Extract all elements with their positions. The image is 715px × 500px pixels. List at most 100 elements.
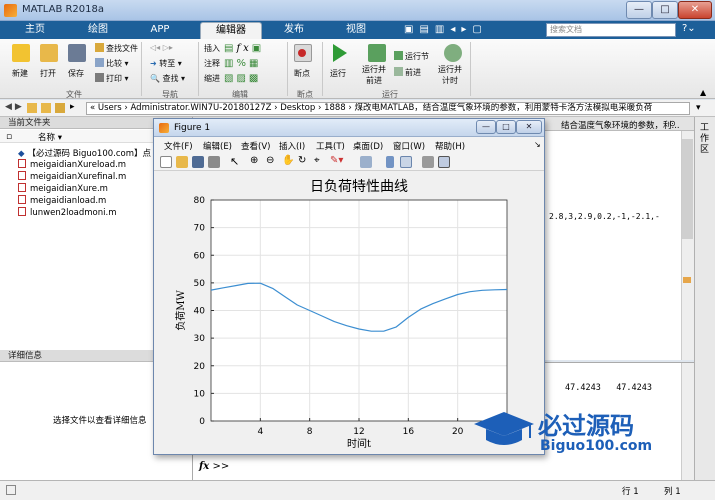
path-dropdown-icon[interactable]: ▾ bbox=[696, 103, 701, 113]
tab-editor[interactable]: 编辑器 bbox=[200, 22, 262, 39]
file-list-item[interactable]: meigaidianload.m bbox=[18, 195, 106, 206]
menu-file[interactable]: 文件(F) bbox=[164, 140, 193, 152]
folder-up-icon[interactable] bbox=[41, 103, 51, 113]
menu-view[interactable]: 查看(V) bbox=[241, 140, 270, 152]
advance-button[interactable]: 前进 bbox=[394, 67, 421, 78]
group-divider bbox=[287, 42, 288, 96]
run-advance-icon bbox=[368, 44, 386, 62]
show-plot-tools-icon[interactable] bbox=[438, 156, 450, 168]
expand-icon: ▫ bbox=[6, 132, 13, 142]
tab-publish[interactable]: 发布 bbox=[268, 22, 320, 39]
help-icon[interactable]: ?⌄ bbox=[682, 23, 696, 34]
search-input[interactable]: 搜索文档 bbox=[546, 23, 676, 37]
menu-window[interactable]: 窗口(W) bbox=[393, 140, 425, 152]
new-figure-icon[interactable] bbox=[160, 156, 172, 168]
figure-minimize-button[interactable]: — bbox=[476, 120, 496, 134]
menu-edit[interactable]: 编辑(E) bbox=[203, 140, 232, 152]
new-button[interactable]: 新建 bbox=[12, 44, 30, 79]
breakpoints-button[interactable]: 断点 bbox=[294, 44, 312, 79]
run-and-time-button[interactable]: 运行并 计时 bbox=[438, 44, 462, 86]
collapse-ribbon-icon[interactable]: ▲ bbox=[700, 88, 706, 97]
rotate-icon[interactable]: ↻ bbox=[298, 155, 306, 166]
current-path-input[interactable]: « Users › Administrator.WIN7U-20180127Z … bbox=[86, 102, 690, 115]
goto-button[interactable]: ➜ 转至 ▾ bbox=[150, 58, 182, 69]
file-list-item[interactable]: lunwen2loadmoni.m bbox=[18, 207, 117, 218]
editor-menu-icon[interactable]: ⊙ bbox=[669, 119, 676, 128]
menu-insert[interactable]: 插入(I) bbox=[279, 140, 305, 152]
matlab-logo-icon bbox=[4, 4, 17, 17]
file-list-item[interactable]: ◆ 【必过源码 Biguo100.com】点 bbox=[18, 147, 151, 159]
menu-help[interactable]: 帮助(H) bbox=[435, 140, 465, 152]
find-files-button[interactable]: 查找文件 bbox=[95, 43, 138, 54]
editor-code-area[interactable] bbox=[543, 137, 671, 349]
maximize-button[interactable]: □ bbox=[652, 1, 678, 19]
menu-desktop[interactable]: 桌面(D) bbox=[353, 140, 383, 152]
x-tick-label: 4 bbox=[257, 427, 263, 437]
tab-apps[interactable]: APP bbox=[134, 22, 186, 39]
edit-tool-icons[interactable]: ▤fx▣ bbox=[224, 43, 264, 54]
file-list-item[interactable]: meigaidianXure.m bbox=[18, 183, 108, 194]
tab-view[interactable]: 视图 bbox=[330, 22, 382, 39]
x-tick-label: 16 bbox=[403, 427, 415, 437]
editor-tab-title[interactable]: 结合温度气象环境的参数，利... bbox=[561, 119, 680, 131]
workspace-panel-collapsed[interactable]: 工作区 bbox=[694, 117, 715, 480]
pointer-icon[interactable]: ↖ bbox=[230, 155, 239, 168]
zoom-in-icon[interactable]: ⊕ bbox=[250, 155, 258, 166]
brush-icon[interactable]: ✎▾ bbox=[330, 155, 343, 166]
data-cursor-icon[interactable]: ⌖ bbox=[314, 155, 320, 166]
zoom-out-icon[interactable]: ⊖ bbox=[266, 155, 274, 166]
comment-tool-icons[interactable]: ▥%▦ bbox=[224, 58, 261, 69]
file-list-item[interactable]: meigaidianXureload.m bbox=[18, 159, 126, 170]
window-title: MATLAB R2018a bbox=[22, 4, 105, 15]
row-indicator: 行 1 bbox=[622, 487, 639, 497]
comment-button[interactable]: 注释 bbox=[204, 58, 220, 69]
menu-overflow-icon[interactable]: ↘ bbox=[534, 140, 541, 149]
name-column-header[interactable]: 名称 ▾ bbox=[38, 131, 62, 143]
run-and-advance-button[interactable]: 运行并 前进 bbox=[362, 44, 386, 86]
indent-button[interactable]: 缩进 bbox=[204, 73, 220, 84]
command-prompt[interactable]: fx >> bbox=[199, 461, 229, 472]
figure-close-button[interactable]: ✕ bbox=[516, 120, 542, 134]
y-tick-label: 80 bbox=[194, 196, 206, 206]
figure-maximize-button[interactable]: □ bbox=[496, 120, 516, 134]
edit-group-label: 编辑 bbox=[232, 90, 248, 99]
tab-plots[interactable]: 绘图 bbox=[72, 22, 124, 39]
menu-tools[interactable]: 工具(T) bbox=[316, 140, 345, 152]
close-button[interactable]: ✕ bbox=[678, 1, 712, 19]
minimize-button[interactable]: — bbox=[626, 1, 652, 19]
open-button[interactable]: 打开 bbox=[40, 44, 58, 79]
details-placeholder: 选择文件以查看详细信息 bbox=[53, 416, 147, 426]
insert-button[interactable]: 插入 bbox=[204, 43, 220, 54]
scrollbar-thumb[interactable] bbox=[682, 139, 693, 239]
link-plot-icon[interactable] bbox=[360, 156, 372, 168]
quick-access-toolbar[interactable]: ▣▤▥◂▸▢ bbox=[404, 24, 524, 36]
code-line: 2.8,3,2.9,0.2,-1,-2.1,- bbox=[549, 212, 660, 221]
open-file-icon[interactable] bbox=[176, 156, 188, 168]
nav-arrows[interactable]: ◀▶ bbox=[5, 102, 25, 112]
print-icon bbox=[95, 73, 104, 82]
pan-icon[interactable]: ✋ bbox=[282, 155, 294, 166]
warning-marker bbox=[683, 277, 691, 283]
folder-open-icon bbox=[40, 44, 58, 62]
figure-app-icon bbox=[159, 123, 169, 133]
browse-folder-icon[interactable] bbox=[55, 103, 65, 113]
save-button[interactable]: 保存 bbox=[68, 44, 86, 79]
group-divider bbox=[141, 42, 142, 96]
file-list-item[interactable]: meigaidianXurefinal.m bbox=[18, 171, 126, 182]
run-section-button[interactable]: 运行节 bbox=[394, 51, 429, 62]
legend-icon[interactable] bbox=[400, 156, 412, 168]
find-button[interactable]: 🔍 查找 ▾ bbox=[150, 73, 185, 84]
chart-title: 日负荷特性曲线 bbox=[310, 179, 408, 195]
indent-tool-icons[interactable]: ▧▨▩ bbox=[224, 73, 261, 84]
hide-plot-tools-icon[interactable] bbox=[422, 156, 434, 168]
colorbar-icon[interactable] bbox=[386, 156, 394, 168]
run-button[interactable]: 运行 bbox=[330, 44, 347, 79]
tab-home[interactable]: 主页 bbox=[10, 22, 60, 39]
print-figure-icon[interactable] bbox=[208, 156, 220, 168]
compare-button[interactable]: 比较 ▾ bbox=[95, 58, 129, 69]
group-divider bbox=[470, 42, 471, 96]
folder-up-icon[interactable] bbox=[27, 103, 37, 113]
save-figure-icon[interactable] bbox=[192, 156, 204, 168]
print-button[interactable]: 打印 ▾ bbox=[95, 73, 129, 84]
nav-group-label: 导航 bbox=[162, 90, 178, 99]
